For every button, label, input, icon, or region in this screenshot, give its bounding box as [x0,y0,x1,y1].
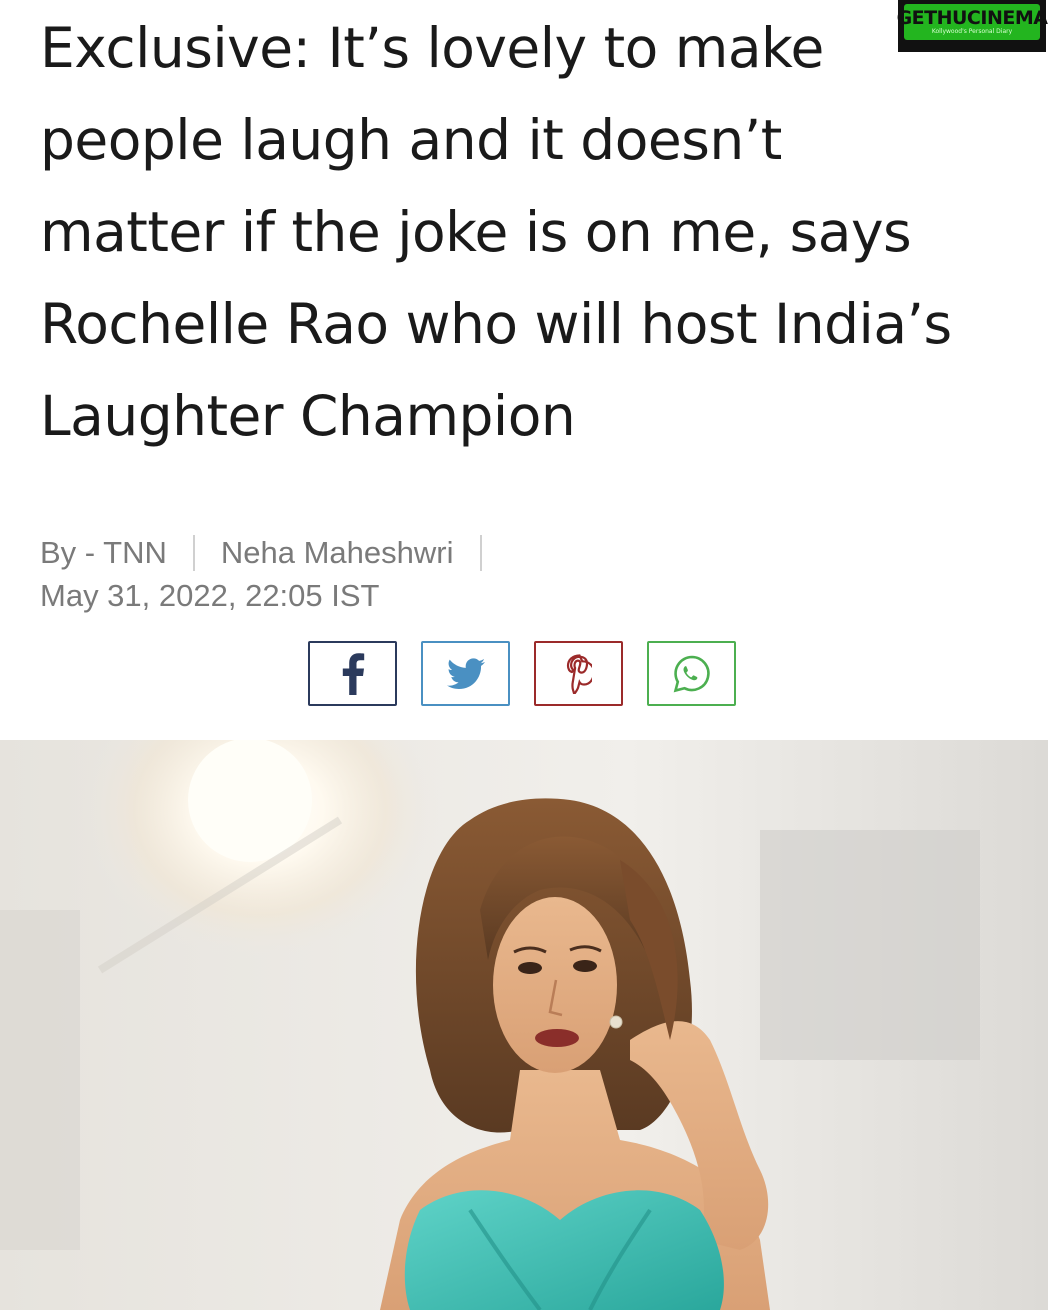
byline: By - TNN Neha Maheshwri [40,534,508,572]
byline-author[interactable]: Neha Maheshwri [221,534,454,572]
byline-source: By - TNN [40,535,167,570]
watermark-brand: GETHUCINEMA [896,7,1048,29]
article-photo [0,740,1048,1310]
share-pinterest-button[interactable] [534,641,623,706]
byline-divider [479,535,482,571]
watermark-logo: GETHUCINEMA Kollywood's Personal Diary [897,4,1048,40]
share-facebook-button[interactable] [308,641,397,706]
pinterest-icon [566,653,592,694]
share-twitter-button[interactable] [421,641,510,706]
share-whatsapp-button[interactable] [647,641,736,706]
publish-date: May 31, 2022, 22:05 IST [40,578,380,613]
article-headline: Exclusive: It’s lovely to make people la… [40,16,952,448]
gethucinema-watermark: GETHUCINEMA Kollywood's Personal Diary [897,0,1048,52]
twitter-icon [446,657,485,689]
whatsapp-icon [673,655,710,692]
watermark-tagline: Kollywood's Personal Diary [931,28,1013,35]
share-bar [308,641,736,706]
byline-divider [192,535,195,571]
article-photo-illustration [0,740,1048,1310]
facebook-icon [342,652,364,695]
